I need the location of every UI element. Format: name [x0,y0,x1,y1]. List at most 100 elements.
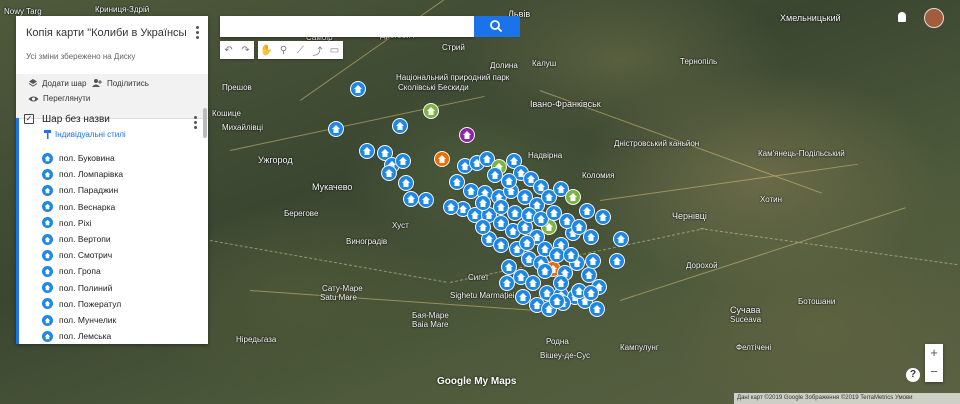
list-item[interactable]: пол. Ломпарівка [42,168,123,180]
map-marker[interactable] [395,153,411,169]
list-item[interactable]: пол. Пожератул [42,298,121,310]
map-marker[interactable] [475,195,491,211]
zoom-control: + − [925,344,943,382]
map-label: Чернівці [672,211,707,221]
map-marker[interactable] [418,192,434,208]
map-label: Тернопіль [680,57,718,66]
map-title[interactable]: Копія карти "Колиби в Українськ... [26,27,186,39]
avatar[interactable] [924,8,944,28]
map-marker[interactable] [519,235,535,251]
undo-icon[interactable]: ↶ [220,41,237,59]
map-label: Вішеу-де-Сус [540,351,591,360]
map-marker[interactable] [537,263,553,279]
marker-icon[interactable]: ⚲ [275,41,292,59]
map-marker[interactable] [392,118,408,134]
map-label: Сколівські Бескиди [398,83,469,92]
list-item-label: пол. Пожератул [59,298,122,309]
map-marker[interactable] [443,199,459,215]
map-marker[interactable] [549,293,565,309]
map-marker[interactable] [381,165,397,181]
map-marker[interactable] [589,301,605,317]
list-item[interactable]: пол. Смотрич [42,249,112,261]
map-marker[interactable] [499,275,515,291]
search-input[interactable] [220,16,474,37]
panel-scrollbar[interactable] [203,108,207,138]
list-item[interactable]: пол. Лемська [42,330,111,342]
map-label: Suceava [730,315,762,324]
hand-icon[interactable]: ✋ [258,41,275,59]
share-button[interactable]: Поділитись [92,78,149,88]
country-border [209,240,447,283]
map-label: Криниця-Здрій [95,5,150,14]
layer-name[interactable]: Шар без назви [42,114,110,125]
zoom-out-button[interactable]: − [925,363,943,382]
paint-roller-icon [44,130,51,139]
preview-button[interactable]: Переглянути [28,94,90,103]
map-marker[interactable] [571,219,587,235]
map-marker[interactable] [613,231,629,247]
house-icon [42,265,53,277]
notifications-icon[interactable] [898,12,906,22]
list-item[interactable]: пол. Ріхі [42,217,92,229]
map-marker[interactable] [398,175,414,191]
map-label: Мукачево [312,182,353,192]
list-item-label: пол. Параджин [59,185,119,196]
house-icon [42,298,53,310]
list-item-label: пол. Гропа [59,266,101,277]
list-item[interactable]: пол. Веснарка [42,201,115,213]
map-marker[interactable] [585,253,601,269]
map-label: Кам'янець-Подільський [758,149,845,158]
map-menu-icon[interactable] [196,26,200,41]
map-label: Коломия [582,171,615,180]
map-marker[interactable] [423,103,439,119]
map-label: Ботошани [798,297,836,306]
directions-icon[interactable]: ⤴ [309,41,326,59]
map-marker[interactable] [565,189,581,205]
list-item[interactable]: пол. Буковина [42,152,115,164]
list-item[interactable]: пол. Полиний [42,282,112,294]
map-label: Хмельницький [780,13,841,23]
map-label: Ужгород [258,155,293,165]
map-marker[interactable] [563,247,579,263]
individual-styles-link[interactable]: Індивідуальні стилі [44,130,126,139]
ruler-icon[interactable]: ▭ [326,41,343,59]
list-item[interactable]: пол. Гропа [42,265,101,277]
map-label: Дністровський каньйон [614,139,700,148]
list-item[interactable]: пол. Параджин [42,184,118,196]
map-marker[interactable] [493,199,509,215]
map-marker[interactable] [328,121,344,137]
draw-line-icon[interactable]: ⟋ [292,41,309,59]
map-label: Хотин [760,195,783,204]
map-label: Долина [490,61,518,70]
save-status: Усі зміни збережено на Диску [26,52,136,61]
list-item-label: пол. Ріхі [59,217,92,228]
map-marker[interactable] [583,285,599,301]
map-marker[interactable] [403,191,419,207]
map-marker[interactable] [475,219,491,235]
list-item-label: пол. Вертопи [59,234,111,244]
map-marker[interactable] [595,209,611,225]
list-item-label: пол. Ломпарівка [59,169,124,180]
zoom-in-button[interactable]: + [925,344,943,363]
help-icon[interactable]: ? [906,368,920,382]
house-icon [42,233,53,245]
map-marker[interactable] [525,275,541,291]
map-marker[interactable] [553,275,569,291]
search-button[interactable] [474,16,520,37]
map-marker[interactable] [609,253,625,269]
layer-checkbox[interactable]: ✓ [24,114,34,124]
map-marker[interactable] [434,151,450,167]
map-marker[interactable] [493,237,509,253]
map-marker[interactable] [459,127,475,143]
list-item-label: пол. Полиний [59,282,113,293]
map-marker[interactable] [350,81,366,97]
list-item[interactable]: пол. Вертопи [42,233,111,245]
redo-icon[interactable]: ↷ [237,41,254,59]
map-marker[interactable] [579,203,595,219]
map-marker[interactable] [501,173,517,189]
house-icon [42,201,53,213]
layer-menu-icon[interactable] [194,116,198,131]
map-marker[interactable] [359,143,375,159]
list-item[interactable]: пол. Мунчелик [42,314,116,326]
add-layer-button[interactable]: Додати шар [28,78,86,88]
